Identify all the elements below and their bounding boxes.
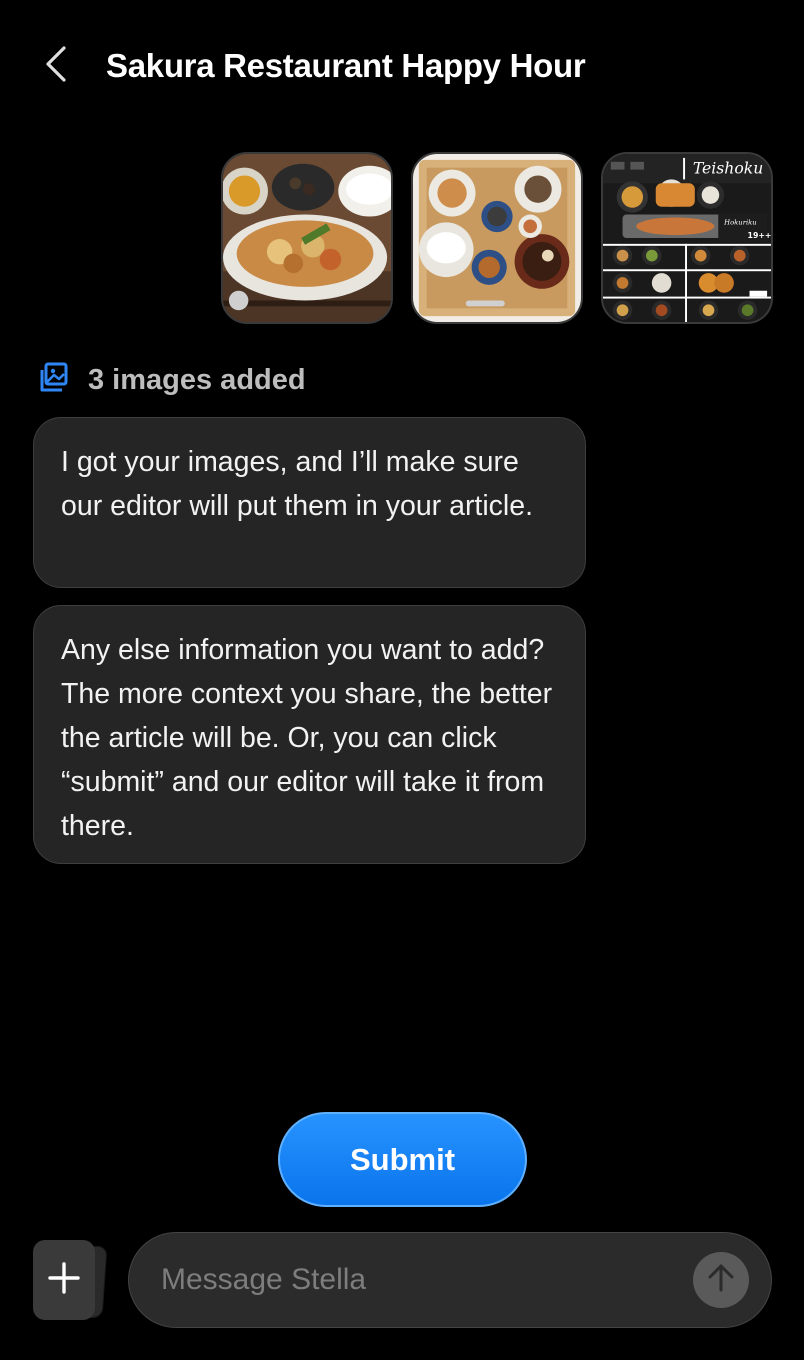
svg-text:Hokuriku: Hokuriku bbox=[723, 218, 757, 226]
chevron-left-icon bbox=[44, 44, 68, 89]
thumbnail-food-1[interactable] bbox=[221, 152, 393, 324]
back-button[interactable] bbox=[36, 44, 76, 88]
assistant-message: I got your images, and I’ll make sure ou… bbox=[33, 417, 586, 588]
image-gallery-icon bbox=[36, 362, 68, 399]
images-added-indicator: 3 images added bbox=[36, 360, 306, 400]
arrow-up-icon bbox=[705, 1262, 737, 1299]
menu-header-text: Teishoku bbox=[693, 160, 763, 178]
images-added-label: 3 images added bbox=[88, 363, 306, 396]
send-button[interactable] bbox=[693, 1252, 749, 1308]
plus-icon bbox=[47, 1261, 81, 1300]
submit-button[interactable]: Submit bbox=[278, 1112, 527, 1207]
thumbnail-teishoku-menu[interactable]: Teishoku Hokuriku 19++ bbox=[601, 152, 773, 324]
chat-screen: Sakura Restaurant Happy Hour Teishoku Ho… bbox=[0, 0, 804, 1360]
header: Sakura Restaurant Happy Hour bbox=[0, 40, 804, 90]
attachment-stack-front bbox=[33, 1240, 95, 1320]
message-composer bbox=[128, 1232, 772, 1328]
assistant-message: Any else information you want to add? Th… bbox=[33, 605, 586, 864]
page-title: Sakura Restaurant Happy Hour bbox=[106, 47, 586, 84]
add-attachment-button[interactable] bbox=[33, 1240, 109, 1320]
thumbnail-food-2[interactable] bbox=[411, 152, 583, 324]
message-input[interactable] bbox=[161, 1257, 681, 1303]
svg-text:19++: 19++ bbox=[748, 231, 771, 240]
image-thumbnails: Teishoku Hokuriku 19++ bbox=[221, 152, 773, 324]
